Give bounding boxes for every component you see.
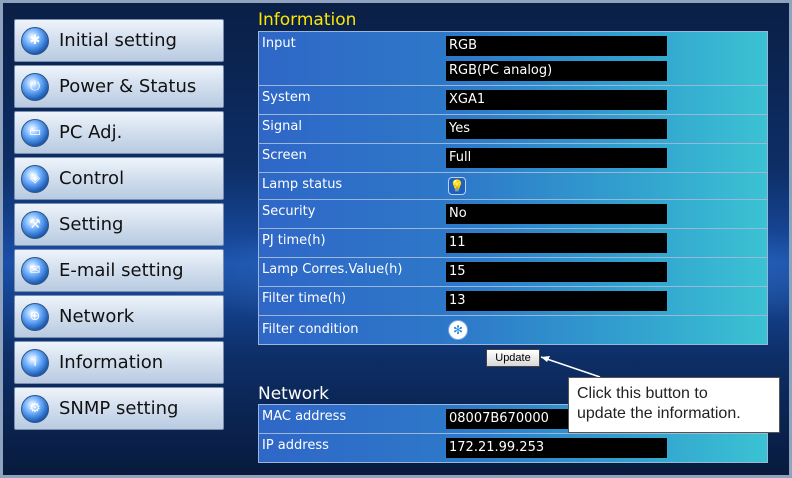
sidebar-item-initial-setting[interactable]: ✱ Initial setting	[14, 19, 224, 62]
row-value: XGA1	[443, 86, 767, 114]
sidebar-item-label: Setting	[59, 214, 124, 235]
pj-time-value: 11	[446, 233, 667, 253]
row-label: Security	[262, 204, 316, 219]
row-value: RGB RGB(PC analog)	[443, 32, 767, 85]
row-value: ✻	[443, 316, 767, 344]
row-label: Filter time(h)	[262, 291, 347, 306]
row-label: Input	[262, 36, 296, 51]
table-row: Lamp status 💡	[259, 172, 767, 199]
row-value: No	[443, 200, 767, 228]
network-icon: ⊕	[21, 302, 49, 331]
row-label: IP address	[262, 438, 329, 453]
row-label: MAC address	[262, 409, 347, 424]
table-row: Filter condition ✻	[259, 315, 767, 344]
callout-line-2: update the information.	[577, 405, 741, 422]
filter-time-value: 13	[446, 291, 667, 311]
row-value: 13	[443, 287, 767, 315]
input-detail-value: RGB(PC analog)	[446, 61, 667, 81]
row-label: Screen	[262, 148, 307, 163]
monitor-icon: ▭	[21, 118, 49, 147]
row-value: Full	[443, 144, 767, 172]
table-row: System XGA1	[259, 85, 767, 114]
remote-icon: ◈	[21, 164, 49, 193]
sidebar-item-control[interactable]: ◈ Control	[14, 157, 224, 200]
sidebar-item-network[interactable]: ⊕ Network	[14, 295, 224, 338]
lamp-icon: 💡	[448, 177, 466, 195]
power-icon: ⏻	[21, 72, 49, 101]
sidebar-item-snmp-setting[interactable]: ⚙ SNMP setting	[14, 387, 224, 430]
sidebar-item-setting[interactable]: ⚒ Setting	[14, 203, 224, 246]
sidebar-item-label: SNMP setting	[59, 398, 179, 419]
sidebar-item-label: Network	[59, 306, 135, 327]
input-value: RGB	[446, 36, 667, 56]
table-row: IP address 172.21.99.253	[259, 433, 767, 462]
row-value: 💡	[443, 173, 767, 199]
signal-value: Yes	[446, 119, 667, 139]
network-title: Network	[258, 384, 329, 404]
update-button[interactable]: Update	[486, 349, 540, 367]
row-value: 172.21.99.253	[443, 434, 767, 462]
sidebar-item-label: Information	[59, 352, 164, 373]
row-label: PJ time(h)	[262, 233, 326, 248]
security-value: No	[446, 204, 667, 224]
sidebar-item-email-setting[interactable]: ✉ E-mail setting	[14, 249, 224, 292]
mail-icon: ✉	[21, 256, 49, 285]
sidebar-item-label: E-mail setting	[59, 260, 184, 281]
filter-icon: ✻	[448, 320, 468, 340]
system-value: XGA1	[446, 90, 667, 110]
sidebar-item-label: Power & Status	[59, 76, 197, 97]
table-row: Screen Full	[259, 143, 767, 172]
sidebar-item-information[interactable]: i Information	[14, 341, 224, 384]
screen-value: Full	[446, 148, 667, 168]
callout-tooltip: Click this button to update the informat…	[568, 377, 780, 433]
row-label: Filter condition	[262, 322, 359, 337]
sidebar-item-label: Control	[59, 168, 125, 189]
information-table: Input RGB RGB(PC analog) System XGA1 Sig…	[258, 31, 768, 345]
row-label: System	[262, 90, 311, 105]
ip-address-value: 172.21.99.253	[446, 438, 667, 458]
sidebar-item-label: PC Adj.	[59, 122, 123, 143]
table-row: PJ time(h) 11	[259, 228, 767, 257]
sidebar-item-power-status[interactable]: ⏻ Power & Status	[14, 65, 224, 108]
row-label: Lamp status	[262, 177, 343, 192]
gear-icon: ✱	[21, 26, 49, 55]
information-title: Information	[258, 10, 357, 30]
table-row: Security No	[259, 199, 767, 228]
table-row: Filter time(h) 13	[259, 286, 767, 315]
info-icon: i	[21, 348, 49, 377]
sidebar-item-pc-adj[interactable]: ▭ PC Adj.	[14, 111, 224, 154]
row-value: Yes	[443, 115, 767, 143]
wrench-icon: ⚒	[21, 210, 49, 239]
sidebar-nav: ✱ Initial setting ⏻ Power & Status ▭ PC …	[14, 19, 224, 433]
table-row: Input RGB RGB(PC analog)	[259, 32, 767, 85]
table-row: Lamp Corres.Value(h) 15	[259, 257, 767, 286]
row-value: 11	[443, 229, 767, 257]
row-value: 15	[443, 258, 767, 286]
callout-line-1: Click this button to	[577, 385, 708, 402]
table-row: Signal Yes	[259, 114, 767, 143]
row-label: Signal	[262, 119, 302, 134]
row-label: Lamp Corres.Value(h)	[262, 262, 403, 277]
sidebar-item-label: Initial setting	[59, 30, 177, 51]
snmp-icon: ⚙	[21, 394, 49, 423]
lamp-corres-value: 15	[446, 262, 667, 282]
